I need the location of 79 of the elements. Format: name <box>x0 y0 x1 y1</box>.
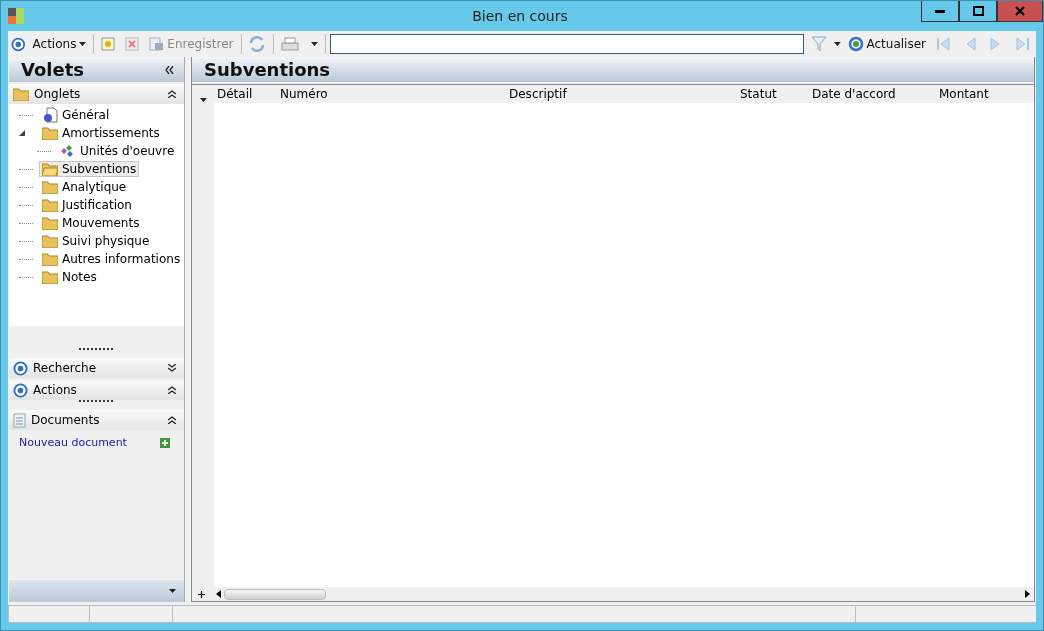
search-field[interactable] <box>330 34 804 54</box>
collapse-icon[interactable] <box>168 90 176 98</box>
maximize-icon <box>972 6 984 16</box>
horizontal-scrollbar[interactable] <box>192 587 1034 601</box>
folder-icon <box>42 234 58 248</box>
document-icon <box>13 412 26 428</box>
add-icon[interactable] <box>198 590 205 598</box>
folder-icon <box>13 87 29 101</box>
column-header[interactable]: Descriptif <box>506 87 737 101</box>
save-icon <box>149 37 165 51</box>
new-document-icon <box>101 37 116 51</box>
tree-item[interactable]: Amortissements <box>39 125 163 141</box>
tree-item[interactable]: Analytique <box>39 179 130 195</box>
maximize-button[interactable] <box>959 1 997 22</box>
new-document-link[interactable]: Nouveau document <box>19 436 127 449</box>
folder-icon <box>42 252 58 266</box>
caret-icon <box>833 42 841 46</box>
expand-icon[interactable] <box>168 364 176 372</box>
column-header[interactable]: Montant <box>936 87 1034 101</box>
refresh-button[interactable]: Actualiser <box>844 35 929 53</box>
splitter-grip-icon[interactable] <box>78 348 115 351</box>
folder-icon <box>42 216 58 230</box>
caret-icon <box>169 589 176 593</box>
tree-item[interactable]: Notes <box>39 269 100 285</box>
section-title: Onglets <box>34 87 82 101</box>
close-button[interactable] <box>997 1 1043 22</box>
caret-icon <box>79 42 87 46</box>
folder-icon <box>42 126 58 140</box>
tree-item[interactable]: Suivi physique <box>39 233 153 249</box>
refresh-icon <box>847 36 864 52</box>
minimize-icon <box>935 9 945 13</box>
target-icon <box>13 360 28 376</box>
section-title: Recherche <box>33 361 98 375</box>
collapse-icon[interactable] <box>168 416 176 424</box>
folder-icon <box>42 180 58 194</box>
section-header[interactable]: Documents <box>9 410 184 430</box>
caret-icon <box>199 98 207 102</box>
tree-item[interactable]: Mouvements <box>39 215 143 231</box>
scroll-right-icon[interactable] <box>1025 590 1030 598</box>
section-header[interactable]: Onglets <box>9 84 184 104</box>
section-header[interactable]: Recherche <box>9 358 184 378</box>
tree-toggle-icon[interactable] <box>19 130 25 136</box>
column-header[interactable]: Date d'accord <box>809 87 936 101</box>
diamonds-icon <box>60 144 76 158</box>
open-folder-icon <box>42 162 58 176</box>
caret-icon <box>311 42 319 46</box>
last-icon <box>1014 37 1030 51</box>
collapse-panel-icon[interactable] <box>165 65 174 74</box>
column-header[interactable]: Statut <box>737 87 809 101</box>
panel-title: Volets <box>21 59 84 80</box>
first-icon <box>936 37 952 51</box>
window-title: Bien en cours <box>471 8 569 24</box>
document-gear-icon <box>42 107 58 123</box>
column-header[interactable]: Numéro <box>277 87 506 101</box>
printer-icon <box>281 36 300 52</box>
collapse-icon[interactable] <box>168 386 176 394</box>
tree-item[interactable]: Justification <box>39 197 135 213</box>
minimize-button[interactable] <box>921 1 959 22</box>
section-header[interactable]: Actions <box>9 380 184 400</box>
folder-icon <box>42 270 58 284</box>
app-logo-icon <box>8 8 24 24</box>
section-title: Documents <box>31 413 101 427</box>
scroll-left-icon[interactable] <box>216 590 221 598</box>
delete-icon <box>125 37 140 51</box>
tree-item[interactable]: Général <box>39 106 113 124</box>
actions-menu[interactable]: Actions <box>29 36 90 52</box>
target-icon <box>11 36 26 52</box>
splitter-grip-icon[interactable] <box>78 400 115 403</box>
sync-icon <box>248 36 267 52</box>
section-title: Actions <box>33 383 78 397</box>
content-title: Subventions <box>204 59 331 80</box>
tree-item[interactable]: Unités d'oeuvre <box>57 143 178 159</box>
filter-icon <box>810 36 827 52</box>
tree-item[interactable]: Subventions <box>39 161 140 177</box>
folder-icon <box>42 198 58 212</box>
tree-item[interactable]: Autres informations <box>39 251 184 267</box>
target-icon <box>13 382 28 398</box>
column-header[interactable]: Détail <box>214 87 277 101</box>
close-icon <box>1015 6 1025 16</box>
